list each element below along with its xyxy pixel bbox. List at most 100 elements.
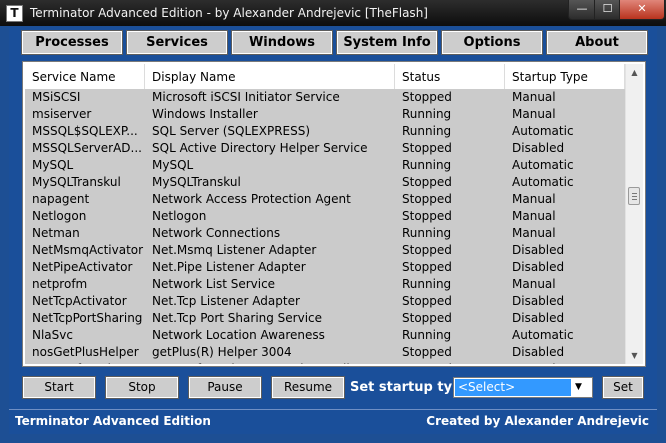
status-cell: Running: [402, 226, 452, 240]
table-row[interactable]: Netlogon Netlogon Stopped Manual: [25, 208, 625, 225]
status-cell: Stopped: [402, 311, 452, 325]
table-row[interactable]: NetPipeActivator Net.Pipe Listener Adapte…: [25, 259, 625, 276]
scroll-up-arrow-icon[interactable]: ▲: [626, 64, 643, 81]
status-cell: Stopped: [402, 294, 452, 308]
system-info-button[interactable]: System Info: [336, 30, 438, 55]
status-cell: Stopped: [402, 345, 452, 359]
display-name-cell: Network List Service: [152, 277, 276, 291]
processes-button[interactable]: Processes: [21, 30, 123, 55]
table-row[interactable]: NlaSvc Network Location Awareness Running A…: [25, 327, 625, 344]
startup-type-cell: Automatic: [512, 124, 574, 138]
display-name-cell: Net.Tcp Port Sharing Service: [152, 311, 323, 325]
startup-type-cell: Manual: [505, 361, 625, 364]
close-button[interactable]: ✕: [619, 0, 665, 20]
startup-type-cell: Disabled: [512, 260, 565, 274]
startup-type-cell: Automatic: [512, 175, 574, 189]
vertical-scrollbar[interactable]: ▲ ▼: [625, 64, 643, 364]
set-button[interactable]: Set: [602, 376, 644, 399]
startup-type-select[interactable]: <Select> ▼: [453, 377, 593, 398]
status-cell: Running: [402, 158, 452, 172]
app-icon: T: [6, 5, 23, 22]
window-title: Terminator Advanced Edition - by Alexand…: [30, 6, 428, 20]
display-name-cell: Net.Msmq Listener Adapter: [152, 243, 317, 257]
minimize-button[interactable]: —: [568, 0, 596, 20]
service-name-cell: netprofm: [32, 277, 88, 291]
about-button[interactable]: About: [546, 30, 648, 55]
startup-type-cell: Disabled: [512, 311, 565, 325]
scroll-down-arrow-icon[interactable]: ▼: [626, 347, 643, 364]
startup-type-cell: Automatic: [512, 158, 574, 172]
status-cell: Stopped: [402, 209, 452, 223]
startup-type-cell: Manual: [512, 226, 556, 240]
table-row[interactable]: MSiSCSI Microsoft iSCSI Initiator Service…: [25, 89, 625, 106]
services-button[interactable]: Services: [126, 30, 228, 55]
status-cell: Running: [402, 277, 452, 291]
status-cell: Running: [402, 328, 452, 342]
column-header-status[interactable]: Status: [395, 64, 505, 89]
windows-button[interactable]: Windows: [231, 30, 333, 55]
table-row[interactable]: Netman Network Connections Running Manual: [25, 225, 625, 242]
column-header-display-name[interactable]: Display Name: [145, 64, 395, 89]
table-row[interactable]: NetTcpPortSharing Net.Tcp Port Sharing Se…: [25, 310, 625, 327]
table-row[interactable]: NetMsmqActivator Net.Msmq Listener Adapte…: [25, 242, 625, 259]
service-name-cell: NovacoftBackup: [25, 361, 145, 364]
status-cell: Running: [402, 107, 452, 121]
service-name-cell: napagent: [32, 192, 90, 206]
startup-type-cell: Disabled: [512, 243, 565, 257]
service-name-cell: NetMsmqActivator: [32, 243, 144, 257]
display-name-cell: Network Location Awareness: [152, 328, 325, 342]
column-header-startup-type[interactable]: Startup Type: [505, 64, 625, 89]
startup-type-cell: Manual: [512, 90, 556, 104]
table-row[interactable]: napagent Network Access Protection Agent S…: [25, 191, 625, 208]
startup-type-cell: Disabled: [512, 294, 565, 308]
pause-button[interactable]: Pause: [188, 376, 262, 399]
table-row[interactable]: NovacoftBackupNovacoft Backup Network Co…: [25, 361, 625, 364]
table-row[interactable]: netprofm Network List Service Running Manua…: [25, 276, 625, 293]
maximize-button[interactable]: ☐: [594, 0, 621, 20]
start-button[interactable]: Start: [22, 376, 96, 399]
service-name-cell: MySQL: [32, 158, 74, 172]
services-list[interactable]: Service Name Display Name Status Startup…: [25, 64, 625, 364]
table-row[interactable]: MySQL MySQL Running Automatic: [25, 157, 625, 174]
service-name-cell: NetPipeActivator: [32, 260, 133, 274]
services-table: Service Name Display Name Status Startup…: [22, 61, 646, 367]
main-panel: Processes Services Windows System Info O…: [9, 27, 657, 434]
chevron-down-icon[interactable]: ▼: [575, 379, 582, 396]
service-name-cell: MSSQLServerAD...: [32, 141, 142, 155]
grip-line: [632, 199, 637, 200]
table-row[interactable]: NetTcpActivator Net.Tcp Listener Adapter S…: [25, 293, 625, 310]
table-row[interactable]: MySQLTranskul MySQLTranskul Stopped Automat…: [25, 174, 625, 191]
status-cell: Stopped: [402, 141, 452, 155]
display-name-cell: SQL Server (SQLEXPRESS): [152, 124, 311, 138]
startup-type-cell: Manual: [512, 107, 556, 121]
grip-line: [632, 193, 637, 194]
service-name-cell: nosGetPlusHelper: [32, 345, 139, 359]
startup-type-cell: Automatic: [512, 328, 574, 342]
options-button[interactable]: Options: [441, 30, 543, 55]
app-window: T Terminator Advanced Edition - by Alexa…: [0, 0, 666, 443]
stop-button[interactable]: Stop: [105, 376, 179, 399]
scroll-thumb[interactable]: [628, 187, 640, 205]
startup-type-cell: Manual: [512, 192, 556, 206]
service-name-cell: MSSQL$SQLEXP...: [32, 124, 138, 138]
table-row[interactable]: nosGetPlusHelper getPlus(R) Helper 3004 St…: [25, 344, 625, 361]
resume-button[interactable]: Resume: [271, 376, 345, 399]
display-name-cell: Net.Pipe Listener Adapter: [152, 260, 306, 274]
display-name-cell: Microsoft iSCSI Initiator Service: [152, 90, 340, 104]
display-name-cell: Novacoft Backup Network Coordinator: [145, 361, 395, 364]
status-cell: Stopped: [395, 361, 505, 364]
status-cell: Stopped: [402, 192, 452, 206]
startup-type-cell: Disabled: [512, 141, 565, 155]
title-bar[interactable]: T Terminator Advanced Edition - by Alexa…: [0, 0, 666, 26]
column-header-service-name[interactable]: Service Name: [25, 64, 145, 89]
display-name-cell: Windows Installer: [152, 107, 258, 121]
status-author: Created by Alexander Andrejevic: [426, 414, 649, 428]
table-row[interactable]: MSSQL$SQLEXP... SQL Server (SQLEXPRESS) Ru…: [25, 123, 625, 140]
status-cell: Stopped: [402, 243, 452, 257]
table-row[interactable]: msiserver Windows Installer Running Manual: [25, 106, 625, 123]
table-row[interactable]: MSSQLServerAD... SQL Active Directory Hel…: [25, 140, 625, 157]
service-name-cell: Netman: [32, 226, 80, 240]
service-name-cell: msiserver: [32, 107, 92, 121]
service-name-cell: NetTcpPortSharing: [32, 311, 143, 325]
service-name-cell: MySQLTranskul: [32, 175, 121, 189]
